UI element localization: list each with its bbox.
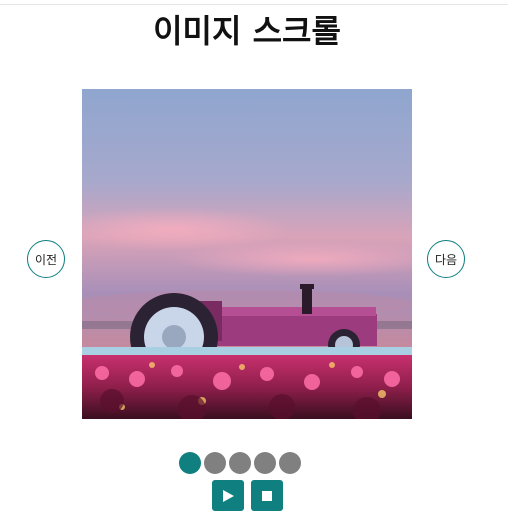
slide-dot-5[interactable]	[279, 452, 301, 474]
next-button[interactable]: 다음	[427, 240, 465, 278]
slide-indicators	[179, 452, 301, 474]
carousel-image	[82, 89, 412, 419]
play-button[interactable]	[212, 480, 244, 511]
page-title: 이미지 스크롤	[153, 12, 341, 50]
play-icon	[223, 489, 234, 502]
prev-button[interactable]: 이전	[27, 240, 65, 278]
slide-dot-3[interactable]	[229, 452, 251, 474]
stop-button[interactable]	[251, 480, 283, 511]
top-divider	[0, 4, 508, 5]
slide-dot-2[interactable]	[204, 452, 226, 474]
slide-dot-1[interactable]	[179, 452, 201, 474]
slide-dot-4[interactable]	[254, 452, 276, 474]
stop-icon	[262, 490, 272, 501]
